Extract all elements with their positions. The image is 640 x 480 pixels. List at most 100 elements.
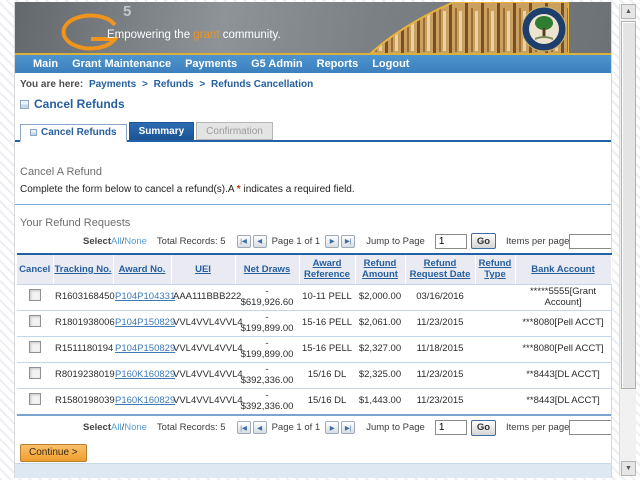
tab-cancel-refunds[interactable]: Cancel Refunds — [20, 124, 127, 142]
go-button[interactable]: Go — [470, 233, 497, 249]
scroll-up-icon[interactable]: ▲ — [621, 4, 636, 19]
net-draws-amount: $619,926.60 — [240, 297, 294, 308]
nav-item-g5-admin[interactable]: G5 Admin — [251, 58, 303, 70]
refund-type-cell — [475, 362, 515, 389]
cancel-checkbox[interactable] — [29, 393, 41, 406]
award-no-link[interactable]: P104P104331 — [115, 291, 175, 302]
tracking-no-cell: R1580198039 — [53, 388, 115, 415]
breadcrumb-link-refunds[interactable]: Refunds — [154, 79, 194, 90]
last-page-button[interactable]: ▶| — [341, 234, 356, 248]
page-status: Page 1 of 1 — [271, 422, 321, 433]
form-instruction: Complete the form below to cancel a refu… — [20, 184, 355, 195]
grid-icon — [20, 99, 29, 109]
award-no-cell: P104P104331 — [113, 284, 175, 311]
select-label: Select — [83, 235, 111, 247]
first-page-button[interactable]: |◀ — [236, 421, 251, 434]
col-header-award-reference[interactable]: Award Reference — [299, 254, 356, 285]
col-header-refund-request-date[interactable]: Refund Request Date — [405, 254, 476, 285]
last-page-button[interactable]: ▶| — [341, 421, 356, 434]
tab-bar: Cancel Refunds Summary Confirmation — [15, 122, 611, 142]
award-no-link[interactable]: P104P150829 — [115, 343, 175, 354]
section-divider — [15, 204, 611, 205]
banner: 5 Empowering the grant community. — [15, 2, 611, 55]
go-button[interactable]: Go — [470, 419, 497, 436]
cancel-checkbox[interactable] — [29, 315, 41, 328]
select-all-link[interactable]: All — [111, 422, 122, 433]
vertical-scrollbar[interactable]: ▲ ▼ — [619, 4, 636, 476]
award-reference-cell: 15-16 PELL — [299, 336, 355, 363]
jump-to-page-input[interactable] — [434, 233, 467, 249]
refund-type-cell — [475, 284, 515, 311]
continue-button[interactable]: Continue > — [20, 443, 87, 462]
select-all-link[interactable]: All — [111, 236, 122, 247]
col-header-uei[interactable]: UEI — [171, 254, 236, 285]
net-draws-amount: $392,336.00 — [240, 375, 294, 386]
jump-to-page-label: Jump to Page — [366, 422, 425, 433]
net-draws-amount: $199,899.00 — [240, 323, 294, 334]
refund-type-cell — [475, 388, 515, 415]
award-no-cell: P160K160829 — [113, 388, 175, 415]
uei-cell: VVL4VVL4VVL4 — [171, 336, 243, 363]
nav-item-reports[interactable]: Reports — [317, 58, 359, 70]
refund-table-body: R1603168450 P104P104331 AAA111BBB222 - $… — [17, 284, 611, 415]
breadcrumb-link-payments[interactable]: Payments — [89, 79, 136, 90]
refund-request-date-cell: 03/16/2016 — [405, 284, 475, 311]
nav-item-payments[interactable]: Payments — [185, 58, 237, 70]
award-no-link[interactable]: P104P150829 — [115, 317, 175, 328]
nav-item-grant-maintenance[interactable]: Grant Maintenance — [72, 58, 171, 70]
cancel-checkbox[interactable] — [29, 289, 41, 302]
select-none-link[interactable]: None — [124, 236, 147, 247]
table-row: R1580198039 P160K160829 VVL4VVL4VVL4 - $… — [17, 388, 611, 415]
uei-cell: VVL4VVL4VVL4 — [171, 310, 243, 337]
pagination-bar-bottom: Select All / None Total Records: 5 |◀ ◀ Pag… — [15, 418, 611, 438]
main-navigation: Main Grant Maintenance Payments G5 Admin… — [15, 55, 611, 73]
bank-account-cell: ***8080[Pell ACCT] — [515, 336, 611, 363]
tab-summary[interactable]: Summary — [128, 122, 195, 140]
items-per-page-input[interactable] — [569, 420, 611, 435]
scrollbar-thumb[interactable] — [621, 21, 636, 389]
uei-cell: AAA111BBB222 — [171, 284, 241, 311]
jump-to-page-input[interactable] — [434, 420, 467, 435]
table-header-row: Cancel Tracking No. Award No. UEI Net Dr… — [17, 254, 612, 285]
refund-type-cell — [475, 336, 515, 363]
tab-confirmation: Confirmation — [196, 122, 273, 140]
next-page-button[interactable]: ▶ — [325, 421, 340, 434]
award-no-link[interactable]: P160K160829 — [115, 395, 175, 406]
net-draws-cell: - $199,899.00 — [235, 336, 299, 363]
nav-item-logout[interactable]: Logout — [372, 58, 409, 70]
total-records: Total Records: 5 — [156, 422, 226, 433]
col-header-award-no[interactable]: Award No. — [113, 254, 172, 285]
net-draws-sign: - — [265, 311, 269, 323]
tracking-no-cell: R8019238019 — [53, 362, 115, 389]
cancel-cell — [17, 284, 53, 311]
scroll-down-icon[interactable]: ▼ — [621, 461, 636, 476]
next-page-button[interactable]: ▶ — [325, 234, 340, 248]
col-header-refund-amount[interactable]: Refund Amount — [355, 254, 406, 285]
first-page-button[interactable]: |◀ — [236, 234, 251, 248]
jump-to-page-label: Jump to Page — [366, 235, 425, 247]
previous-page-button[interactable]: ◀ — [252, 421, 267, 434]
tracking-no-cell: R1603168450 — [53, 284, 115, 311]
cancel-checkbox[interactable] — [29, 367, 41, 380]
net-draws-amount: $392,336.00 — [240, 401, 294, 412]
col-header-refund-type[interactable]: Refund Type — [475, 254, 516, 285]
col-header-net-draws[interactable]: Net Draws — [235, 254, 300, 285]
requests-heading: Your Refund Requests — [20, 217, 131, 229]
col-header-bank-account[interactable]: Bank Account — [515, 254, 612, 285]
refund-request-date-cell: 11/23/2015 — [405, 310, 475, 337]
refund-requests-table: Cancel Tracking No. Award No. UEI Net Dr… — [17, 253, 612, 416]
table-row: R8019238019 P160K160829 VVL4VVL4VVL4 - $… — [17, 362, 611, 389]
items-per-page-input[interactable] — [569, 233, 611, 249]
award-no-link[interactable]: P160K160829 — [115, 369, 175, 380]
previous-page-button[interactable]: ◀ — [252, 234, 267, 248]
nav-item-main[interactable]: Main — [33, 58, 58, 70]
col-header-tracking-no[interactable]: Tracking No. — [53, 254, 114, 285]
page-status: Page 1 of 1 — [271, 235, 321, 247]
breadcrumb-link-refunds-cancellation[interactable]: Refunds Cancellation — [211, 79, 313, 90]
bank-account-cell: **8443[DL ACCT] — [515, 362, 611, 389]
select-none-link[interactable]: None — [124, 422, 147, 433]
cancel-cell — [17, 310, 53, 337]
award-no-cell: P160K160829 — [113, 362, 175, 389]
cancel-checkbox[interactable] — [29, 341, 41, 354]
g5-logo-5: 5 — [123, 3, 132, 20]
